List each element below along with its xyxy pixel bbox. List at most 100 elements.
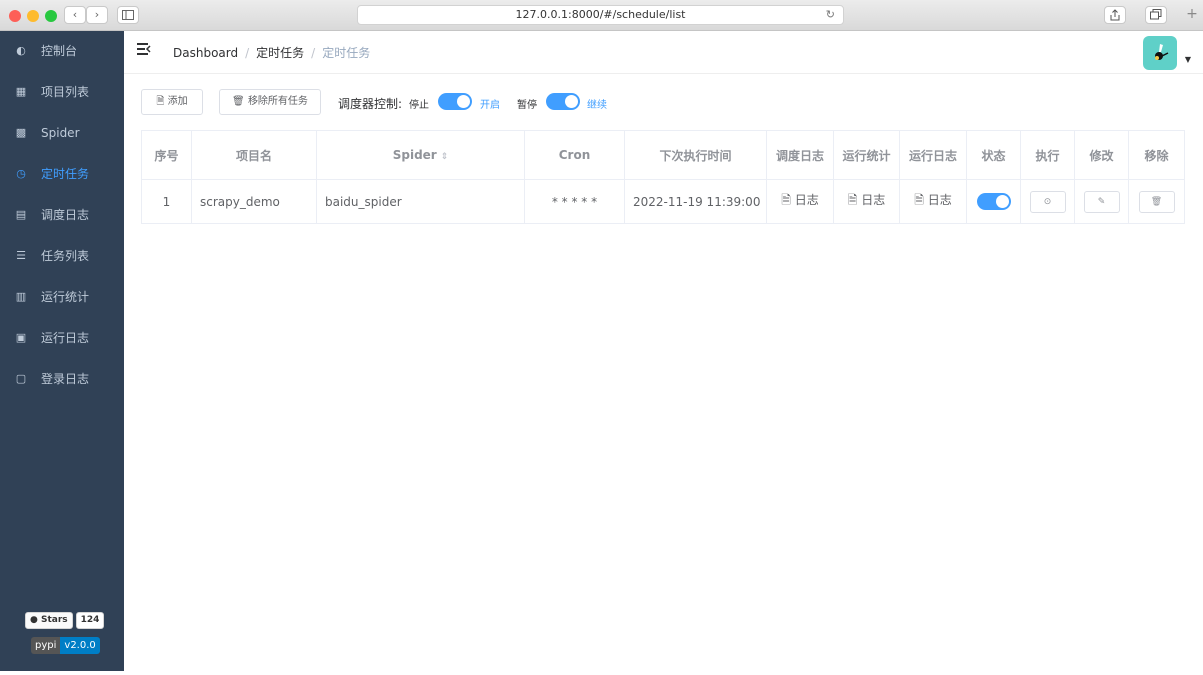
stars-text: Stars: [41, 615, 68, 625]
sidebar-item-label: 运行日志: [41, 331, 90, 345]
table-header-row: 序号 项目名 Spider ⇕ Cron 下次执行时间 调度日志 运行统计 运行日…: [141, 130, 1185, 180]
breadcrumb-current: 定时任务: [322, 46, 371, 60]
sidebar-item[interactable]: ▣ 运行日志: [0, 318, 124, 358]
column-header-status: 状态: [966, 130, 1021, 180]
minimize-window-icon[interactable]: [27, 10, 39, 22]
sidebar-item-label: 登录日志: [41, 372, 90, 386]
stars-count: 124: [75, 612, 105, 629]
execute-button[interactable]: ⊙: [1029, 190, 1066, 213]
github-icon: ●: [30, 615, 38, 625]
sidebar-item-label: 定时任务: [41, 167, 90, 181]
remove-all-label: 移除所有任务: [247, 96, 308, 107]
sidebar-item[interactable]: ◷ 定时任务: [0, 154, 124, 194]
cell-next-run: 2022-11-19 11:39:00: [624, 179, 767, 224]
cell-cron: * * * * *: [524, 179, 625, 224]
document-icon: 🗎: [914, 193, 924, 207]
schedule-table: 序号 项目名 Spider ⇕ Cron 下次执行时间 调度日志 运行统计 运行日…: [141, 130, 1185, 224]
breadcrumb-separator: /: [311, 46, 316, 60]
forward-button[interactable]: ›: [86, 6, 108, 24]
close-window-icon[interactable]: [9, 10, 21, 22]
sidebar-item[interactable]: ◐ 控制台: [0, 31, 124, 71]
back-button[interactable]: ‹: [64, 6, 86, 24]
hamburger-menu-icon[interactable]: [137, 43, 151, 57]
column-header-edit: 修改: [1074, 130, 1129, 180]
sidebar-item[interactable]: ▢ 登录日志: [0, 359, 124, 399]
grid-icon: ▦: [15, 85, 27, 98]
edit-button[interactable]: ✎: [1083, 190, 1120, 213]
stop-label: 停止: [409, 100, 429, 111]
sidebar-item[interactable]: ▦ 项目列表: [0, 72, 124, 112]
pypi-version-badge[interactable]: pypi v2.0.0: [31, 637, 100, 654]
cell-run-stats: 🗎 日志: [833, 179, 900, 224]
run-log-link[interactable]: 🗎 日志: [914, 193, 952, 207]
maximize-window-icon[interactable]: [45, 10, 57, 22]
document-icon: 🗎: [847, 193, 858, 207]
cell-spider: baidu_spider: [316, 179, 525, 224]
sidebar-item-label: 项目列表: [41, 85, 90, 99]
scheduler-start-switch[interactable]: [438, 93, 472, 110]
address-bar[interactable]: 127.0.0.1:8000/#/schedule/list ↻: [357, 5, 844, 25]
new-tab-icon[interactable]: +: [1183, 6, 1201, 24]
tabs-overview-icon[interactable]: [1145, 6, 1167, 24]
sidebar-item[interactable]: ☰ 任务列表: [0, 236, 124, 276]
remove-button[interactable]: 🗑: [1138, 190, 1175, 213]
reload-icon[interactable]: ↻: [826, 6, 835, 24]
cell-execute: ⊙: [1020, 179, 1075, 224]
document-icon: ▣: [15, 331, 27, 344]
url-text: 127.0.0.1:8000/#/schedule/list: [515, 8, 686, 21]
column-header-project: 项目名: [191, 130, 317, 180]
add-icon: 🗎: [156, 96, 165, 107]
sidebar-item-label: Spider: [41, 126, 80, 140]
column-header-index: 序号: [141, 130, 192, 180]
play-icon: ⊙: [1043, 196, 1052, 207]
cell-edit: ✎: [1074, 179, 1129, 224]
cell-index: 1: [141, 179, 192, 224]
sidebar-item-label: 调度日志: [41, 208, 90, 222]
pypi-version: v2.0.0: [60, 637, 100, 654]
run-stats-label: 日志: [861, 193, 886, 207]
cell-project: scrapy_demo: [191, 179, 317, 224]
schedule-log-link[interactable]: 🗎 日志: [781, 193, 819, 207]
add-button[interactable]: 🗎 添加: [141, 89, 203, 115]
chart-icon: ▥: [15, 290, 27, 303]
pypi-label: pypi: [31, 637, 61, 654]
sidebar-item[interactable]: ▩ Spider: [0, 113, 124, 153]
avatar[interactable]: [1143, 36, 1177, 70]
scheduler-resume-switch[interactable]: [546, 93, 580, 110]
run-stats-link[interactable]: 🗎 日志: [848, 193, 886, 207]
log-icon: ▤: [15, 208, 27, 221]
remove-all-button[interactable]: 🗑 移除所有任务: [219, 89, 321, 115]
edit-icon: ✎: [1097, 196, 1106, 207]
schedule-log-label: 日志: [794, 193, 819, 207]
column-header-run-log: 运行日志: [899, 130, 967, 180]
sort-icon[interactable]: ⇕: [441, 152, 449, 162]
breadcrumb-dashboard[interactable]: Dashboard: [173, 46, 238, 60]
column-header-execute: 执行: [1020, 130, 1075, 180]
sidebar: ◐ 控制台 ▦ 项目列表 ▩ Spider ◷ 定时任务 ▤ 调度日志 ☰ 任务列表 ▥ 运行统计 ▣ 运行日…: [0, 31, 124, 671]
list-icon: ☰: [16, 249, 26, 262]
share-icon[interactable]: [1104, 6, 1126, 24]
status-switch[interactable]: [976, 193, 1011, 210]
table-row: 1 scrapy_demo baidu_spider * * * * * 202…: [141, 179, 1185, 224]
column-header-spider[interactable]: Spider ⇕: [316, 130, 525, 180]
column-header-cron: Cron: [524, 130, 625, 180]
trash-icon: 🗑: [232, 96, 245, 107]
sidebar-item-label: 控制台: [41, 44, 78, 58]
cell-remove: 🗑: [1128, 179, 1185, 224]
column-header-spider-label: Spider: [392, 148, 437, 162]
sidebar-toggle-icon[interactable]: [117, 6, 139, 24]
cell-status: [966, 179, 1021, 224]
caret-down-icon[interactable]: ▼: [1185, 55, 1191, 64]
sidebar-item-label: 任务列表: [41, 249, 90, 263]
schedule-toolbar: 🗎 添加 🗑 移除所有任务 调度器控制: 停止 开启 暂停 继续: [141, 89, 1191, 115]
sidebar-item[interactable]: ▥ 运行统计: [0, 277, 124, 317]
column-header-next-run: 下次执行时间: [624, 130, 767, 180]
navbar: Dashboard / 定时任务 / 定时任务 ▼: [124, 31, 1203, 74]
column-header-run-stats: 运行统计: [833, 130, 900, 180]
trash-icon: 🗑: [1150, 196, 1163, 207]
login-log-icon: ▢: [15, 372, 27, 385]
breadcrumb-schedule[interactable]: 定时任务: [256, 46, 304, 60]
sidebar-item[interactable]: ▤ 调度日志: [0, 195, 124, 235]
column-header-schedule-log: 调度日志: [766, 130, 834, 180]
github-stars-badge[interactable]: ● Stars 124: [25, 612, 105, 629]
